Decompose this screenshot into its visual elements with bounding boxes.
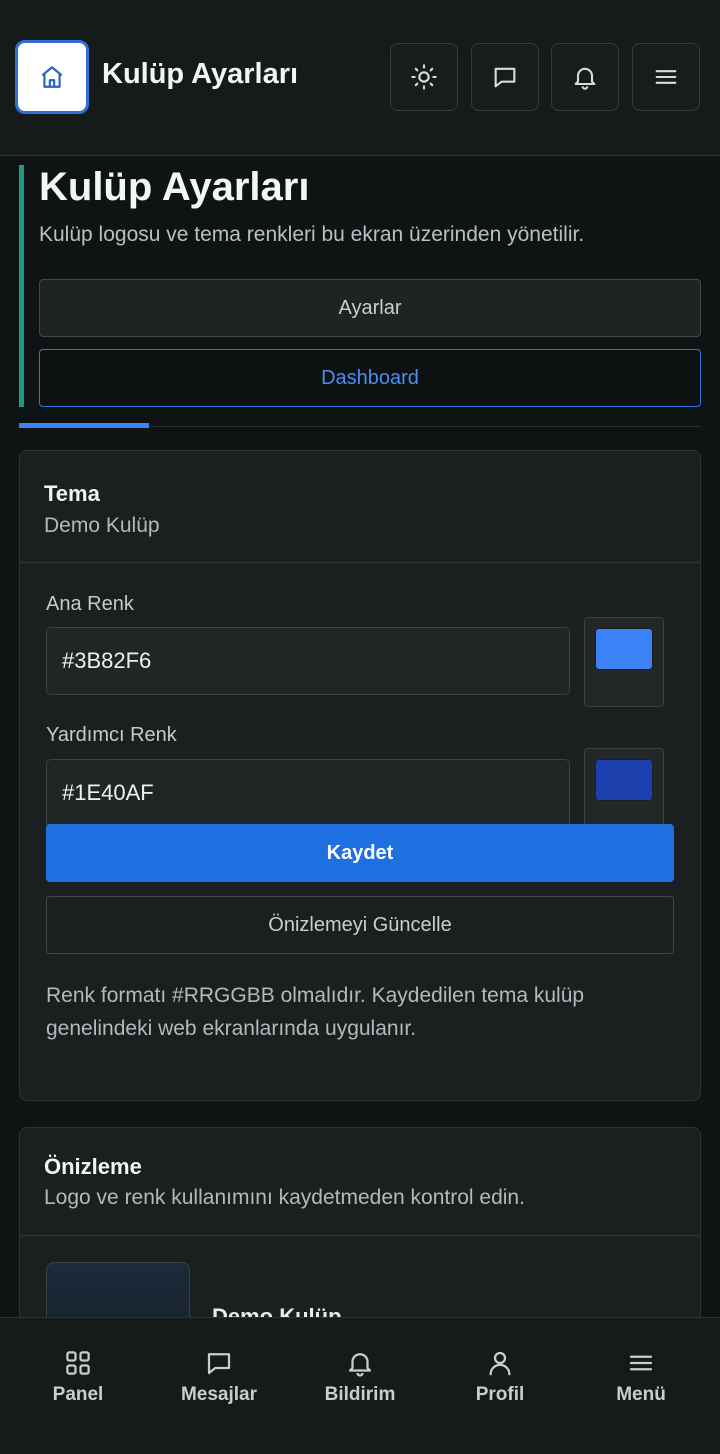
primary-color-label: Ana Renk: [46, 593, 134, 615]
top-app-bar: Kulüp Ayarları: [0, 0, 720, 156]
bottom-navigation: Panel Mesajlar Bildirim Profil Menü: [0, 1317, 720, 1454]
theme-card-title: Tema: [44, 481, 100, 506]
nav-item-notifications[interactable]: Bildirim: [290, 1348, 430, 1418]
nav-label-profile: Profil: [475, 1384, 525, 1405]
nav-item-profile[interactable]: Profil: [430, 1348, 570, 1418]
color-format-hint: Renk formatı #RRGGBB olmalıdır. Kaydedil…: [46, 984, 585, 1040]
primary-color-picker[interactable]: [584, 617, 664, 707]
theme-card: Tema Demo Kulüp Ana Renk Yardımcı Renk K…: [19, 450, 701, 1101]
app-title: Kulüp Ayarları: [102, 58, 299, 90]
secondary-color-swatch: [595, 759, 653, 801]
progress-bar: [19, 423, 149, 428]
nav-label-menu: Menü: [616, 1384, 666, 1405]
page-hero: Kulüp Ayarları Kulüp logosu ve tema renk…: [19, 165, 701, 407]
primary-color-input[interactable]: [46, 627, 570, 695]
preview-card-subtitle: Logo ve renk kullanımını kaydetmeden kon…: [44, 1186, 525, 1209]
nav-item-messages[interactable]: Mesajlar: [149, 1348, 289, 1418]
menu-button[interactable]: [632, 43, 700, 111]
menu-icon: [629, 1355, 653, 1371]
home-icon: [41, 66, 63, 88]
grid-icon: [66, 1351, 90, 1375]
page-subtitle: Kulüp logosu ve tema renkleri bu ekran ü…: [39, 223, 585, 246]
update-preview-button[interactable]: Önizlemeyi Güncelle: [46, 896, 674, 954]
messages-button[interactable]: [471, 43, 539, 111]
save-button[interactable]: Kaydet: [46, 824, 674, 882]
message-icon: [494, 67, 516, 88]
notifications-button[interactable]: [551, 43, 619, 111]
theme-card-header: Tema Demo Kulüp: [20, 451, 700, 563]
message-icon: [207, 1353, 231, 1375]
bell-icon: [348, 1353, 372, 1377]
bell-icon: [574, 67, 596, 90]
nav-label-panel: Panel: [52, 1384, 104, 1405]
nav-item-panel[interactable]: Panel: [8, 1348, 148, 1418]
nav-label-notifications: Bildirim: [324, 1384, 396, 1405]
secondary-color-label: Yardımcı Renk: [46, 724, 177, 746]
dashboard-button[interactable]: Dashboard: [39, 349, 701, 407]
theme-toggle-button[interactable]: [390, 43, 458, 111]
home-button[interactable]: [15, 40, 89, 114]
nav-item-menu[interactable]: Menü: [571, 1348, 711, 1418]
sun-icon: [411, 64, 437, 90]
preview-card-header: Önizleme Logo ve renk kullanımını kaydet…: [20, 1128, 700, 1236]
page-title: Kulüp Ayarları: [39, 165, 310, 209]
preview-card-title: Önizleme: [44, 1154, 142, 1179]
nav-label-messages: Mesajlar: [180, 1384, 258, 1405]
primary-color-swatch: [595, 628, 653, 670]
secondary-color-input[interactable]: [46, 759, 570, 827]
settings-button[interactable]: Ayarlar: [39, 279, 701, 337]
menu-icon: [655, 70, 677, 84]
user-icon: [489, 1351, 511, 1376]
theme-card-subtitle: Demo Kulüp: [44, 514, 160, 537]
